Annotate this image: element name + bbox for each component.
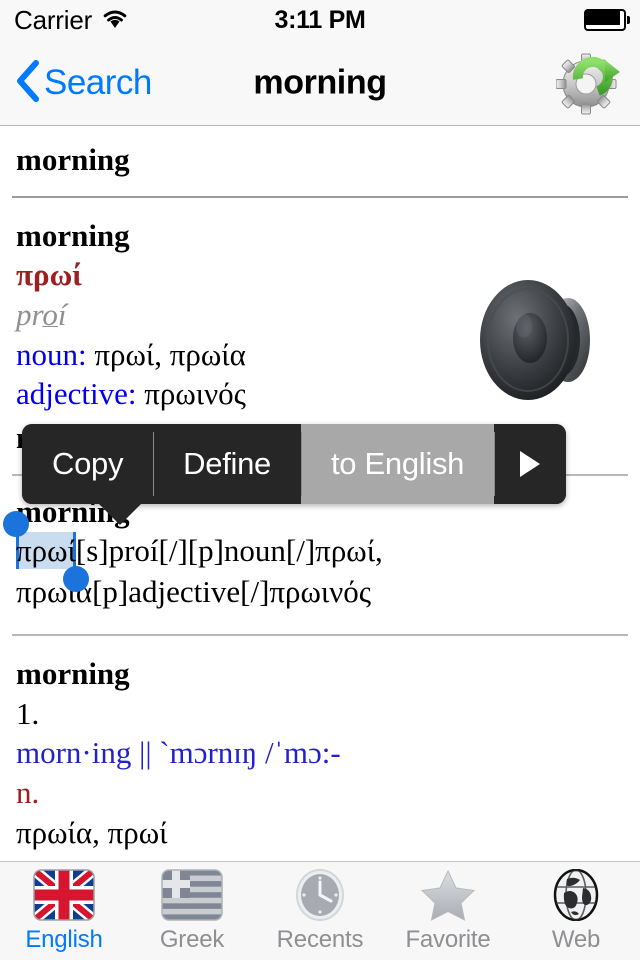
raw-line-1-rest: [s]proí[/][p]noun[/]πρωί, [75,533,383,569]
tab-favorite[interactable]: Favorite [384,862,512,960]
context-menu-item-copy[interactable]: Copy [22,424,154,504]
context-menu-to-english-label: to English [330,446,465,481]
context-menu-item-define[interactable]: Define [153,424,301,504]
context-menu-item-to-english[interactable]: to English [300,424,495,504]
entry-headword-block: morning [0,126,640,180]
play-triangle-icon [520,451,541,477]
context-menu-more-button[interactable] [494,424,567,504]
raw-line-2: πρωία[p]adjective[/]πρωινός [16,573,372,609]
status-bar: Carrier 3:11 PM [0,0,640,40]
tab-web[interactable]: Web [512,862,640,960]
context-menu-define-label: Define [183,446,271,481]
clock-icon [289,868,351,921]
translation-headword: morning [16,217,130,253]
sense-number: 1. [16,695,40,731]
text-selection-context-menu[interactable]: Copy Define to English [22,424,567,525]
tab-web-label: Web [551,925,601,953]
context-menu-copy-label: Copy [52,446,124,481]
page-title: morning [253,63,387,101]
definition-gloss: πρωία, πρωί [16,814,168,850]
headword-top: morning [16,142,130,177]
star-icon [417,869,479,921]
globe-icon [545,868,607,921]
tab-greek-label: Greek [159,925,225,953]
definition-headword: morning [16,655,130,691]
selected-text[interactable]: πρωί [16,532,76,570]
context-menu-pointer [98,503,142,525]
tab-favorite-label: Favorite [405,925,491,953]
navigation-bar: Search morning [0,40,640,126]
adjective-label: adjective: [16,376,137,412]
raw-line-1[interactable]: πρωί [s]proí[/][p]noun[/]πρωί, [3,511,624,592]
phonetic-transcription: morn·ing || `mɔrnɪŋ /ˈmɔ:- [16,735,341,771]
status-bar-right [584,9,630,31]
tab-english-label: English [25,925,103,953]
tab-english[interactable]: English [0,862,128,960]
tab-bar: English Greek Recents Favorite Web [0,861,640,960]
text-selection[interactable]: πρωί [3,511,89,592]
adjective-value: πρωινός [136,376,246,412]
speaker-icon[interactable] [476,274,596,409]
noun-value: πρωί, πρωία [86,336,246,372]
gear-refresh-icon[interactable] [555,50,622,116]
tab-recents-label: Recents [276,925,364,953]
clock-label: 3:11 PM [274,5,366,34]
selection-handle-end[interactable] [62,565,89,592]
definition-block: morning 1. morn·ing || `mɔrnɪŋ /ˈmɔ:- n.… [0,636,640,852]
tab-greek[interactable]: Greek [128,862,256,960]
uk-flag-icon [33,868,95,921]
battery-full-icon [584,9,630,31]
greek-flag-icon [161,868,223,921]
tab-recents[interactable]: Recents [256,862,384,960]
noun-label: noun: [16,336,87,372]
app-screen: Carrier 3:11 PM Search morning morning m… [0,0,640,960]
part-of-speech: n. [16,774,40,810]
